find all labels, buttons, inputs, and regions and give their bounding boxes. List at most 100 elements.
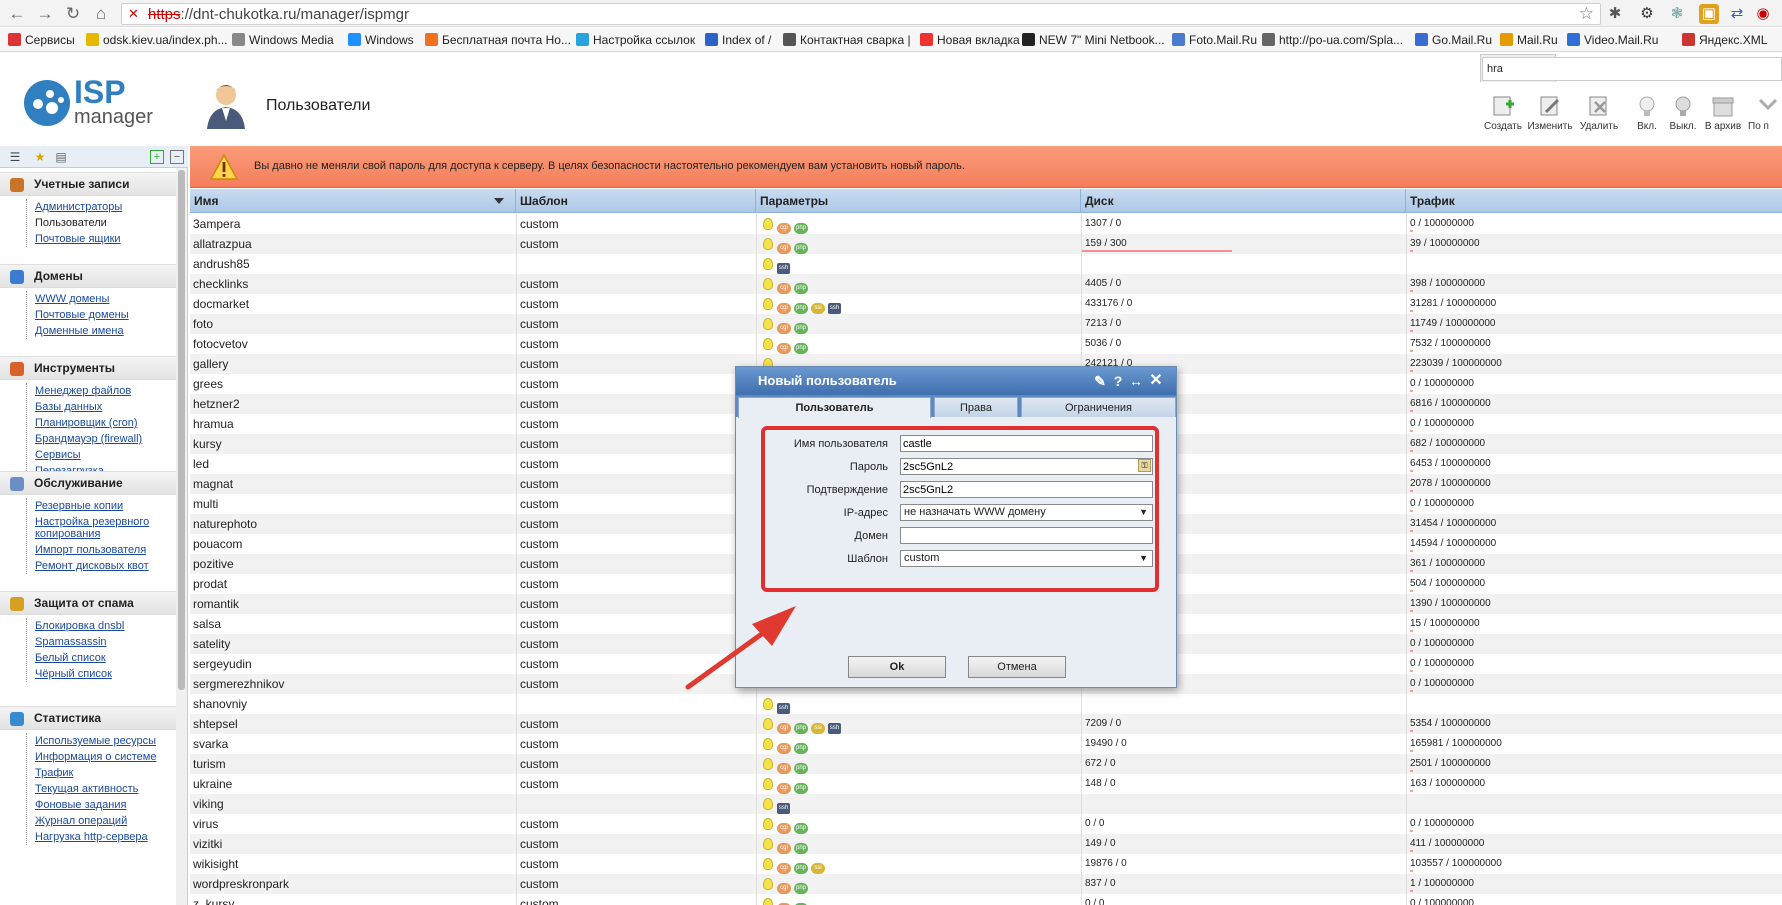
sidebar-item[interactable]: Настройка резервного копирования xyxy=(35,516,175,540)
extension-bug-icon[interactable]: ✱ xyxy=(1605,4,1625,24)
bookmark-item[interactable]: Контактная сварка | xyxy=(783,33,911,47)
sidebar-item[interactable]: Сервисы xyxy=(35,447,176,463)
table-row[interactable]: docmarket custom cgi php ssi ssh 433176 / 0 312… xyxy=(190,294,1782,314)
domain-input[interactable] xyxy=(900,527,1153,544)
password-input[interactable] xyxy=(900,458,1153,475)
extension-box-icon[interactable]: ▣ xyxy=(1699,4,1719,24)
sidebar-group-header[interactable]: Статистика xyxy=(0,706,176,730)
sidebar-group-header[interactable]: Защита от спама xyxy=(0,591,176,615)
sidebar-item[interactable]: Нагрузка http-сервера xyxy=(35,829,176,845)
ok-button[interactable]: Ok xyxy=(848,656,946,678)
close-icon[interactable]: ✕ xyxy=(1148,373,1164,389)
column-name[interactable]: Имя xyxy=(190,189,516,213)
extension-flower-icon[interactable]: ❃ xyxy=(1667,4,1687,24)
table-row[interactable]: andrush85 ssh xyxy=(190,254,1782,274)
delete-button[interactable]: Удалить xyxy=(1576,94,1622,132)
tab-rights[interactable]: Права xyxy=(934,397,1018,417)
extension-logo-icon[interactable]: ◉ xyxy=(1753,4,1773,24)
sidebar-item[interactable]: Почтовые домены xyxy=(35,307,176,323)
bookmark-item[interactable]: Foto.Mail.Ru xyxy=(1172,33,1257,47)
table-row[interactable]: allatrazpua custom cgi php 159 / 300 39 / 100… xyxy=(190,234,1782,254)
table-row[interactable]: shanovniy ssh xyxy=(190,694,1782,714)
sort-desc-icon[interactable] xyxy=(494,198,504,204)
bookmark-item[interactable]: NEW 7" Mini Netbook... xyxy=(1022,33,1165,47)
sidebar-item[interactable]: Брандмауэр (firewall) xyxy=(35,431,176,447)
confirm-password-input[interactable] xyxy=(900,481,1153,498)
sidebar-item[interactable]: Spamassassin xyxy=(35,634,176,650)
sidebar-item[interactable]: WWW домены xyxy=(35,291,176,307)
dialog-titlebar[interactable]: Новый пользователь ✎ ? ↔ ✕ xyxy=(736,367,1176,395)
table-row[interactable]: checklinks custom cgi php 4405 / 0 398 / 1000… xyxy=(190,274,1782,294)
bookmark-item[interactable]: Яндекс.XML xyxy=(1682,33,1767,47)
table-row[interactable]: turism custom cgi php 672 / 0 2501 / 10000000… xyxy=(190,754,1782,774)
archive-button[interactable]: В архив xyxy=(1700,94,1746,132)
cancel-button[interactable]: Отмена xyxy=(968,656,1066,678)
sidebar-item[interactable]: Используемые ресурсы xyxy=(35,733,176,749)
bookmark-item[interactable]: Go.Mail.Ru xyxy=(1415,33,1492,47)
table-row[interactable]: svarka custom cgi php 19490 / 0 165981 / 1000… xyxy=(190,734,1782,754)
sidebar-item[interactable]: Информация о системе xyxy=(35,749,176,765)
table-row[interactable]: foto custom cgi php 7213 / 0 11749 / 10000000… xyxy=(190,314,1782,334)
panel-icon[interactable]: ▤ xyxy=(54,150,68,164)
table-row[interactable]: viking ssh xyxy=(190,794,1782,814)
sidebar-item[interactable]: Импорт пользователя xyxy=(35,542,176,558)
address-bar[interactable]: ✕ https://dnt-chukotka.ru/manager/ispmgr… xyxy=(121,3,1601,25)
sidebar-item[interactable]: Фоновые задания xyxy=(35,797,176,813)
home-icon[interactable]: ⌂ xyxy=(90,3,112,25)
column-template[interactable]: Шаблон xyxy=(516,189,756,213)
sidebar-item[interactable]: Доменные имена xyxy=(35,323,176,339)
table-row[interactable]: wikisight custom cgi php ssi 19876 / 0 103557 … xyxy=(190,854,1782,874)
table-row[interactable]: z_kursy customcgiphp0 / 00 / 100000000 xyxy=(190,894,1782,905)
bookmark-item[interactable]: Mail.Ru xyxy=(1500,33,1558,47)
sidebar-item[interactable]: Пользователи xyxy=(35,215,176,231)
bookmark-item[interactable]: Сервисы xyxy=(8,33,75,47)
template-select[interactable]: custom ▼ xyxy=(900,550,1153,567)
sidebar-item[interactable]: Белый список xyxy=(35,650,176,666)
favorites-star-icon[interactable]: ★ xyxy=(33,150,47,164)
table-row[interactable]: 3ampera custom cgi php 1307 / 00 / 100000000 xyxy=(190,214,1782,234)
forward-icon[interactable]: → xyxy=(34,3,56,25)
sidebar-group-header[interactable]: Обслуживание xyxy=(0,471,176,495)
sidebar-item[interactable]: Почтовые ящики xyxy=(35,231,176,247)
bookmark-item[interactable]: http://po-ua.com/Spla... xyxy=(1262,33,1403,47)
sidebar-item[interactable]: Текущая активность xyxy=(35,781,176,797)
bookmark-item[interactable]: Video.Mail.Ru xyxy=(1567,33,1658,47)
table-row[interactable]: shtepsel custom cgi php ssi ssh 7209 / 0 5354 /… xyxy=(190,714,1782,734)
table-row[interactable]: wordpreskronpark custom cgi php 837 / 01 / 1… xyxy=(190,874,1782,894)
bookmark-item[interactable]: Настройка ссылок xyxy=(576,33,695,47)
sidebar-item[interactable]: Чёрный список xyxy=(35,666,176,682)
bookmark-item[interactable]: odsk.kiev.ua/index.ph... xyxy=(86,33,228,47)
bookmark-item[interactable]: Бесплатная почта Но... xyxy=(425,33,571,47)
resize-icon[interactable]: ↔ xyxy=(1128,373,1144,389)
table-row[interactable]: virus custom cgi php 0 / 00 / 100000000 xyxy=(190,814,1782,834)
tab-user[interactable]: Пользователь xyxy=(738,397,931,418)
sidebar-item[interactable]: Ремонт дисковых квот xyxy=(35,558,176,574)
sidebar-group-header[interactable]: Инструменты xyxy=(0,356,176,380)
sidebar-item[interactable]: Журнал операций xyxy=(35,813,176,829)
bookmark-item[interactable]: Новая вкладка xyxy=(920,33,1020,47)
more-button[interactable]: По п xyxy=(1748,94,1782,132)
bookmark-item[interactable]: Index of / xyxy=(705,33,771,47)
reload-icon[interactable]: ↻ xyxy=(62,3,84,25)
expand-all-icon[interactable]: + xyxy=(150,150,164,164)
bookmark-item[interactable]: Windows Media xyxy=(232,33,334,47)
sidebar-item[interactable]: Трафик xyxy=(35,765,176,781)
bookmark-item[interactable]: Windows xyxy=(348,33,414,47)
column-disk[interactable]: Диск xyxy=(1081,189,1406,213)
table-row[interactable]: fotocvetov custom cgi php 5036 / 0 7532 / 100… xyxy=(190,334,1782,354)
generate-password-icon[interactable]: ⚿ xyxy=(1138,459,1151,472)
bookmark-star-icon[interactable]: ☆ xyxy=(1579,4,1594,24)
sidebar-item[interactable]: Блокировка dnsbl xyxy=(35,618,176,634)
autocomplete-input[interactable]: hra xyxy=(1482,57,1782,81)
tab-limits[interactable]: Ограничения xyxy=(1021,397,1176,417)
create-button[interactable]: Создать xyxy=(1480,94,1526,132)
table-row[interactable]: ukraine custom cgi php 148 / 0 163 / 10000000… xyxy=(190,774,1782,794)
table-row[interactable]: vizitki custom cgi php 149 / 0 411 / 10000000… xyxy=(190,834,1782,854)
sidebar-item[interactable]: Планировщик (cron) xyxy=(35,415,176,431)
sidebar-group-header[interactable]: Домены xyxy=(0,264,176,288)
sidebar-scrollbar[interactable] xyxy=(176,168,187,905)
column-parameters[interactable]: Параметры xyxy=(756,189,1081,213)
list-view-icon[interactable]: ☰ xyxy=(8,150,22,164)
ip-select[interactable]: не назначать WWW домену ▼ xyxy=(900,504,1153,521)
help-icon[interactable]: ? xyxy=(1110,373,1126,389)
